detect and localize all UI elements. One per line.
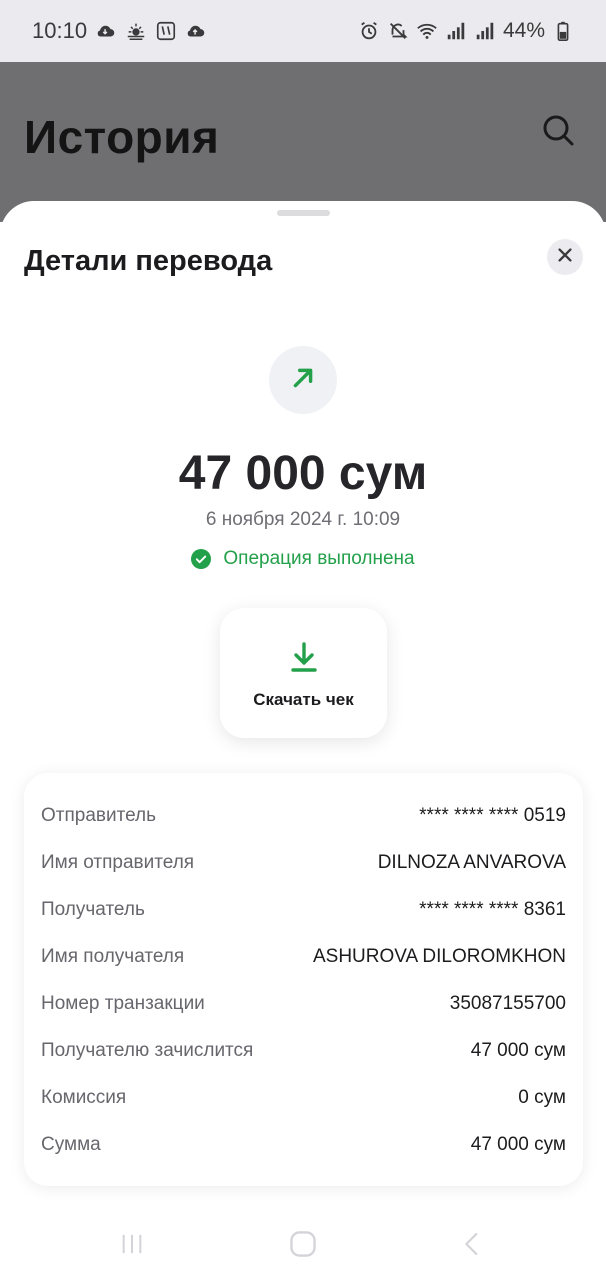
signal-icon	[474, 20, 496, 42]
download-icon	[290, 641, 318, 673]
status-time: 10:10	[32, 18, 88, 43]
transfer-type-badge	[269, 346, 337, 414]
transfer-datetime: 6 ноября 2024 г. 10:09	[205, 509, 401, 530]
detail-row-sender-name: Имя отправителя DILNOZA ANVAROVA	[41, 849, 566, 877]
transfer-details-sheet: Детали перевода 47 000 сум 6 ноября 2024…	[0, 201, 606, 1280]
detail-row-commission: Комиссия 0 сум	[41, 1084, 566, 1112]
transfer-amount: 47 000 сум	[178, 447, 428, 500]
wifi-icon	[416, 20, 438, 42]
signal-icon	[445, 20, 467, 42]
detail-row-transaction-number: Номер транзакции 35087155700	[41, 990, 566, 1018]
detail-value: 0 сум	[518, 1087, 566, 1108]
system-navigation-bar	[0, 1212, 606, 1280]
detail-value: 47 000 сум	[470, 1134, 566, 1155]
detail-row-recipient-name: Имя получателя ASHUROVA DILOROMKHON	[41, 943, 566, 971]
recent-apps-icon[interactable]	[114, 1226, 150, 1262]
status-bar: 10:10 44%	[0, 0, 606, 62]
battery-icon	[552, 20, 574, 42]
drag-handle[interactable]	[277, 210, 330, 216]
close-button[interactable]	[547, 239, 583, 275]
background-page-overlay: История	[0, 62, 606, 222]
detail-row-credited-amount: Получателю зачислится 47 000 сум	[41, 1037, 566, 1065]
sheet-title: Детали перевода	[24, 245, 273, 277]
page-title: История	[24, 111, 220, 163]
app-icon	[155, 20, 177, 42]
detail-label: Имя отправителя	[41, 852, 195, 873]
details-card: Отправитель **** **** **** 0519 Имя отпр…	[24, 773, 583, 1186]
home-icon[interactable]	[285, 1226, 321, 1262]
detail-label: Отправитель	[41, 805, 157, 826]
operation-status: Операция выполнена	[0, 548, 606, 570]
detail-label: Получателю зачислится	[41, 1040, 254, 1061]
alarm-icon	[358, 20, 380, 42]
detail-row-sender-card: Отправитель **** **** **** 0519	[41, 802, 566, 830]
detail-label: Номер транзакции	[41, 993, 205, 1014]
weather-icon	[125, 20, 147, 42]
close-icon	[556, 246, 574, 269]
detail-value: 47 000 сум	[470, 1040, 566, 1061]
detail-row-total: Сумма 47 000 сум	[41, 1131, 566, 1159]
cloud-icon	[95, 20, 117, 42]
detail-row-recipient-card: Получатель **** **** **** 8361	[41, 896, 566, 924]
detail-label: Имя получателя	[41, 946, 185, 967]
status-bar-right: 44%	[358, 19, 574, 43]
cloud-upload-icon	[185, 20, 207, 42]
arrow-up-right-icon	[290, 365, 316, 396]
detail-label: Комиссия	[41, 1087, 127, 1108]
mute-icon	[387, 20, 409, 42]
detail-value: DILNOZA ANVAROVA	[377, 852, 566, 873]
check-circle-icon	[191, 549, 212, 569]
detail-label: Сумма	[41, 1134, 101, 1155]
search-icon[interactable]	[540, 112, 576, 148]
detail-value: **** **** **** 8361	[419, 899, 566, 920]
download-receipt-button[interactable]: Скачать чек	[220, 608, 387, 738]
status-text: Операция выполнена	[223, 548, 415, 569]
detail-value: 35087155700	[449, 993, 566, 1014]
detail-value: **** **** **** 0519	[419, 805, 566, 826]
detail-label: Получатель	[41, 899, 145, 920]
status-bar-left: 10:10	[32, 18, 207, 44]
battery-percent: 44%	[502, 19, 545, 42]
download-receipt-label: Скачать чек	[253, 690, 354, 709]
detail-value: ASHUROVA DILOROMKHON	[312, 946, 566, 967]
back-icon[interactable]	[455, 1226, 491, 1262]
